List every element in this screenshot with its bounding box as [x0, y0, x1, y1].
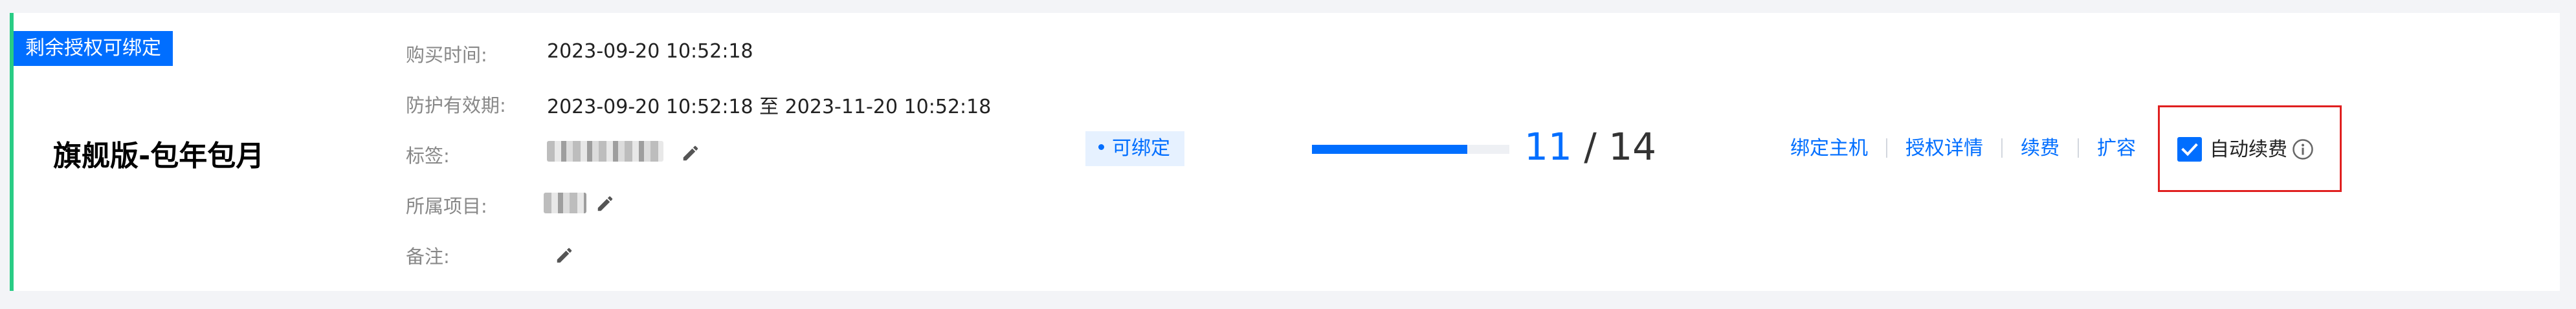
license-usage-progress [1312, 145, 1509, 154]
license-usage-count: 11 / 14 [1524, 124, 1656, 169]
package-name: 旗舰版-包年包月 [53, 140, 265, 173]
action-links: 绑定主机 授权详情 续费 扩容 [1790, 134, 2136, 163]
project-label: 所属项目: [406, 195, 487, 217]
check-icon [2181, 143, 2198, 156]
action-divider [1886, 138, 1887, 158]
project-value-redacted [544, 193, 586, 213]
tag-label: 标签: [406, 145, 450, 167]
validity-label: 防护有效期: [406, 94, 506, 116]
edit-remark-icon[interactable] [555, 246, 574, 265]
status-badge-text: 可绑定 [1112, 137, 1170, 160]
renew-link[interactable]: 续费 [2021, 137, 2060, 160]
validity-value: 2023-09-20 10:52:18 至 2023-11-20 10:52:1… [547, 96, 992, 118]
bind-host-link[interactable]: 绑定主机 [1790, 137, 1868, 160]
auto-renew-label: 自动续费 [2210, 138, 2287, 161]
expand-link[interactable]: 扩容 [2097, 137, 2136, 160]
usage-separator: / [1584, 125, 1597, 169]
remaining-license-ribbon: 剩余授权可绑定 [14, 31, 173, 66]
action-divider [2001, 138, 2003, 158]
edit-tag-icon[interactable] [681, 144, 700, 163]
purchase-time-label: 购买时间: [406, 44, 487, 66]
license-details-link[interactable]: 授权详情 [1905, 137, 1983, 160]
edit-project-icon[interactable] [595, 194, 615, 213]
bindable-status-badge: 可绑定 [1085, 131, 1184, 166]
tag-value-redacted [547, 141, 663, 162]
action-divider [2078, 138, 2079, 158]
total-count: 14 [1608, 125, 1657, 169]
status-dot-icon [1098, 144, 1104, 150]
license-usage-progress-fill [1312, 145, 1467, 154]
used-count: 11 [1524, 125, 1572, 169]
info-icon[interactable] [2292, 138, 2314, 160]
remark-label: 备注: [406, 246, 450, 268]
auto-renew-checkbox[interactable] [2177, 137, 2202, 162]
purchase-time-value: 2023-09-20 10:52:18 [547, 40, 753, 63]
